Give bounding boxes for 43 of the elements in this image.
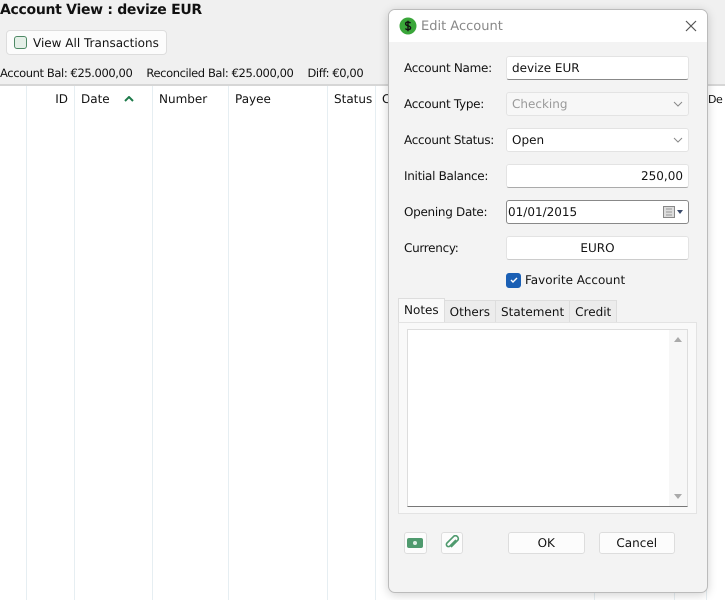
field-label: Account Type: (404, 97, 485, 111)
close-icon[interactable] (685, 20, 697, 32)
column-header[interactable]: ID (55, 92, 68, 106)
tab[interactable]: Others (444, 300, 496, 322)
currency-button[interactable]: EURO (506, 236, 689, 260)
column-header[interactable]: De (708, 92, 722, 106)
dropdown-field[interactable]: Open (506, 128, 689, 152)
dialog-button[interactable]: OK (508, 532, 584, 554)
checkmark-icon (508, 275, 518, 285)
date-field[interactable]: 01/01/2015 (506, 200, 689, 224)
column-header[interactable]: Number (159, 92, 208, 106)
scroll-down-icon[interactable] (674, 494, 682, 500)
calendar-icon[interactable] (663, 206, 685, 218)
card-icon (407, 538, 424, 548)
balance-text: Account Bal: €25.000,00 (0, 66, 132, 80)
field-label: Account Status: (404, 133, 496, 147)
field-label: Account Name: (404, 61, 493, 75)
balance-text: Reconciled Bal: €25.000,00 (146, 66, 294, 80)
tab[interactable]: Credit (569, 300, 618, 322)
text-field[interactable]: devize EUR (506, 56, 689, 80)
view-all-checkbox[interactable]: View All Transactions (6, 30, 167, 55)
checkbox-label[interactable]: Favorite Account (525, 273, 626, 287)
dialog-button[interactable]: Cancel (598, 532, 675, 554)
balance-text: Diff: €0,00 (307, 66, 364, 80)
field-label: Currency: (404, 241, 460, 255)
tab[interactable]: Statement (495, 300, 570, 322)
column-header[interactable]: Status (334, 92, 372, 106)
column-header[interactable]: Date (81, 92, 110, 106)
checkbox[interactable] (506, 272, 521, 288)
scrollbar[interactable] (669, 330, 687, 506)
tab[interactable]: Notes (398, 298, 445, 322)
field-label: Opening Date: (404, 205, 488, 219)
field-label: Initial Balance: (404, 169, 490, 183)
dollar-coin-icon (399, 17, 417, 35)
column-header[interactable]: Payee (235, 92, 271, 106)
chevron-down-icon (673, 101, 683, 107)
page-title: Account View : devize EUR (0, 2, 202, 18)
chevron-down-icon (673, 137, 683, 143)
attachment-button[interactable] (440, 532, 463, 554)
text-field[interactable]: 250,00 (506, 164, 689, 188)
dialog-title: Edit Account (421, 18, 504, 34)
card-button[interactable] (404, 532, 426, 554)
scroll-up-icon[interactable] (674, 336, 682, 342)
